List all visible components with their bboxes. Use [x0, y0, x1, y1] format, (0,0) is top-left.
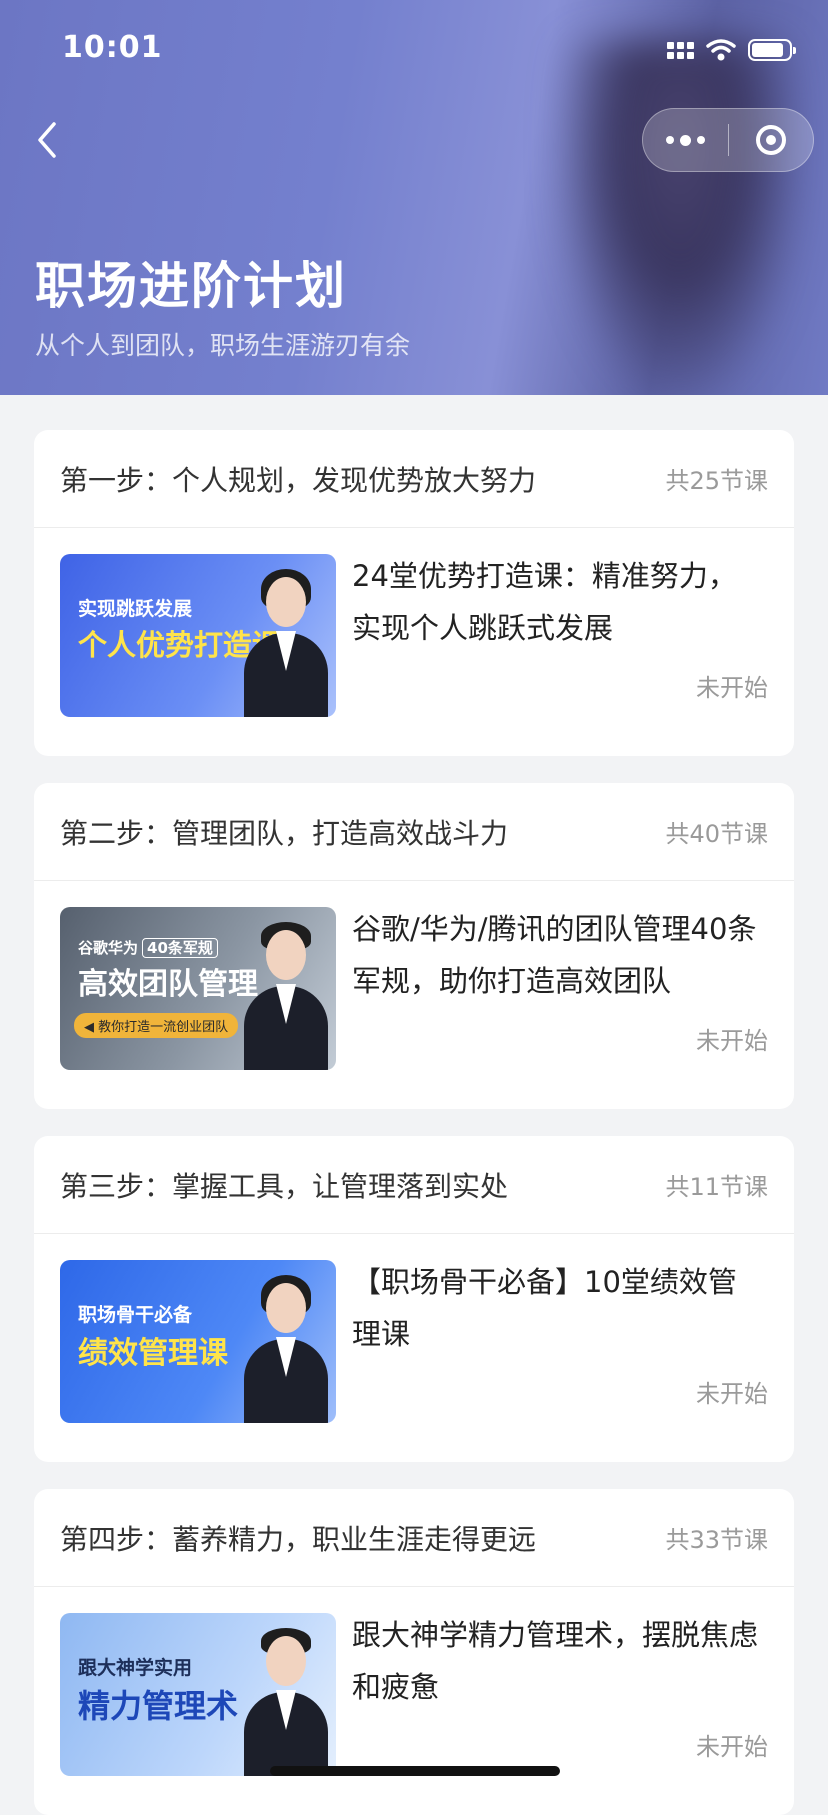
step-header[interactable]: 第一步：个人规划，发现优势放大努力 共25节课	[34, 430, 794, 528]
course-status: 未开始	[696, 1733, 768, 1761]
battery-icon	[748, 39, 796, 61]
instructor-photo	[240, 567, 330, 717]
status-time: 10:01	[62, 30, 163, 65]
close-button[interactable]	[729, 109, 813, 171]
thumbnail-title: 精力管理术	[78, 1687, 239, 1725]
step-header[interactable]: 第四步：蓄养精力，职业生涯走得更远 共33节课	[34, 1489, 794, 1587]
course-status: 未开始	[696, 1027, 768, 1055]
instructor-photo	[240, 1273, 330, 1423]
home-indicator	[270, 1766, 560, 1776]
chevron-left-icon	[38, 122, 56, 158]
course-title: 跟大神学精力管理术，摆脱焦虑和疲惫	[352, 1618, 759, 1704]
course-item[interactable]: 实现跳跃发展 个人优势打造课 24堂优势打造课：精准努力，实现个人跳跃式发展 未…	[34, 528, 794, 756]
lesson-count: 共25节课	[665, 467, 768, 495]
step-title: 第二步：管理团队，打造高效战斗力	[60, 816, 509, 850]
wifi-icon	[706, 39, 736, 61]
step-header[interactable]: 第三步：掌握工具，让管理落到实处 共11节课	[34, 1136, 794, 1234]
target-icon	[755, 125, 786, 155]
lesson-count: 共40节课	[665, 820, 768, 848]
instructor-photo	[240, 920, 330, 1070]
course-thumbnail: 跟大神学实用 精力管理术	[60, 1613, 336, 1776]
page-title: 职场进阶计划	[35, 257, 347, 315]
step-header[interactable]: 第二步：管理团队，打造高效战斗力 共40节课	[34, 783, 794, 881]
status-icons	[667, 36, 796, 64]
lesson-count: 共11节课	[665, 1173, 768, 1201]
course-title: 谷歌/华为/腾讯的团队管理40条军规，助你打造高效团队	[352, 912, 757, 998]
course-thumbnail: 职场骨干必备 绩效管理课	[60, 1260, 336, 1423]
step-card: 第三步：掌握工具，让管理落到实处 共11节课 职场骨干必备 绩效管理课 【职场骨…	[34, 1136, 794, 1462]
course-title: 24堂优势打造课：精准努力，实现个人跳跃式发展	[352, 559, 737, 645]
dot-icon	[666, 136, 674, 144]
signal-icon	[667, 41, 694, 59]
thumbnail-tag: 40条军规	[142, 938, 218, 958]
step-title: 第一步：个人规划，发现优势放大努力	[60, 463, 537, 497]
course-item[interactable]: 职场骨干必备 绩效管理课 【职场骨干必备】10堂绩效管理课 未开始	[34, 1234, 794, 1462]
course-title: 【职场骨干必备】10堂绩效管理课	[352, 1265, 737, 1351]
thumbnail-tagline: 职场骨干必备	[78, 1304, 193, 1326]
course-thumbnail: 谷歌华为 40条军规 高效团队管理 ◀ 教你打造一流创业团队	[60, 907, 336, 1070]
course-status: 未开始	[696, 674, 768, 702]
step-card: 第一步：个人规划，发现优势放大努力 共25节课 实现跳跃发展 个人优势打造课 2…	[34, 430, 794, 756]
more-button[interactable]	[643, 109, 728, 171]
step-title: 第三步：掌握工具，让管理落到实处	[60, 1169, 509, 1203]
instructor-photo	[240, 1626, 330, 1776]
header-banner: 10:01 职场进阶计划 从个人到团队，职场生涯游刃有余	[0, 0, 828, 395]
thumbnail-pill: ◀ 教你打造一流创业团队	[74, 1013, 239, 1038]
thumbnail-tagline: 实现跳跃发展	[78, 598, 193, 620]
thumbnail-tagline: 跟大神学实用	[78, 1657, 193, 1679]
course-thumbnail: 实现跳跃发展 个人优势打造课	[60, 554, 336, 717]
course-item[interactable]: 谷歌华为 40条军规 高效团队管理 ◀ 教你打造一流创业团队 谷歌/华为/腾讯的团…	[34, 881, 794, 1109]
dot-icon	[697, 136, 705, 144]
page-subtitle: 从个人到团队，职场生涯游刃有余	[35, 331, 411, 360]
course-item[interactable]: 跟大神学实用 精力管理术 跟大神学精力管理术，摆脱焦虑和疲惫 未开始	[34, 1587, 794, 1815]
lesson-count: 共33节课	[665, 1526, 768, 1554]
step-title: 第四步：蓄养精力，职业生涯走得更远	[60, 1522, 537, 1556]
thumbnail-tagline: 谷歌华为 40条军规	[78, 937, 218, 958]
thumbnail-title: 高效团队管理	[78, 967, 258, 1002]
course-status: 未开始	[696, 1380, 768, 1408]
header-background-photo	[560, 40, 800, 395]
thumbnail-title: 绩效管理课	[78, 1336, 228, 1371]
back-button[interactable]	[30, 118, 70, 162]
step-card: 第二步：管理团队，打造高效战斗力 共40节课 谷歌华为 40条军规 高效团队管理 …	[34, 783, 794, 1109]
dot-icon	[680, 134, 691, 146]
mini-program-capsule	[642, 108, 814, 172]
